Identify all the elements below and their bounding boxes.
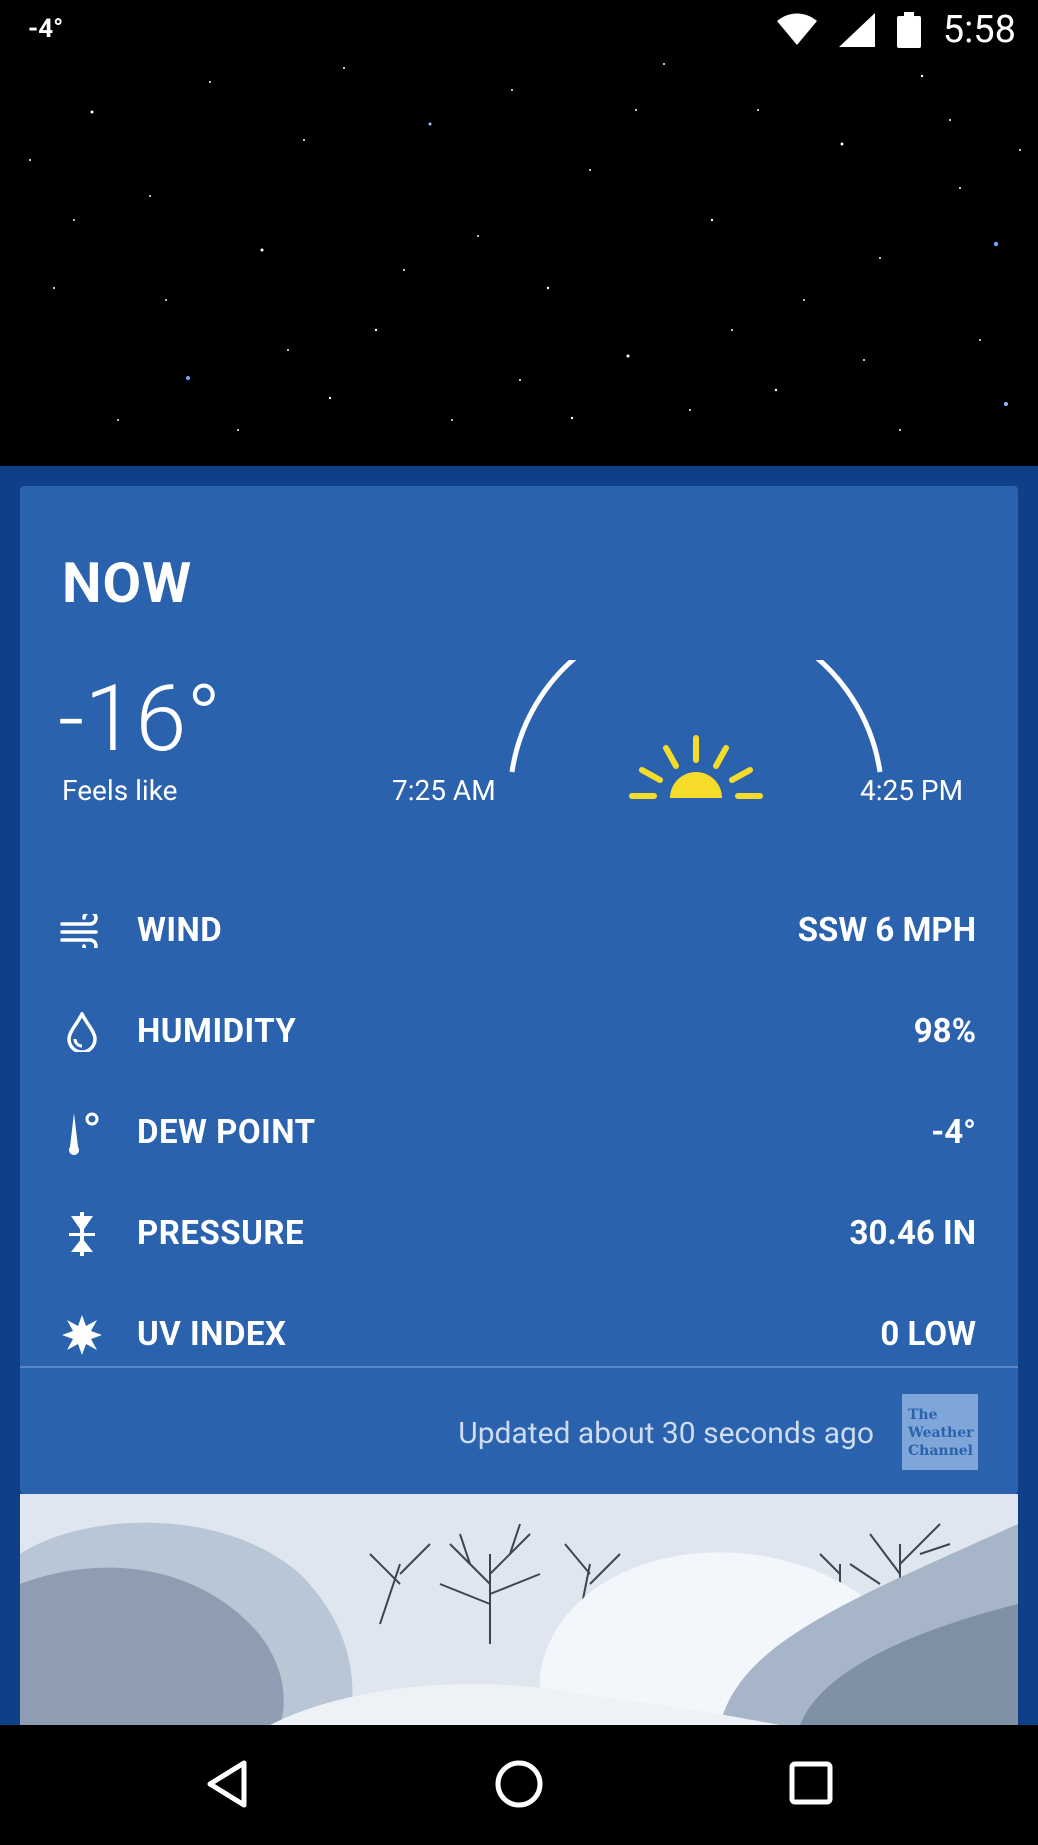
dew-point-value: -4° bbox=[931, 1113, 976, 1152]
conditions-list: WIND SSW 6 MPH HUMIDITY 98% DEW POINT -4… bbox=[20, 880, 1018, 1385]
wind-value: SSW 6 MPH bbox=[797, 911, 976, 950]
recents-icon[interactable] bbox=[789, 1761, 833, 1805]
battery-icon bbox=[896, 12, 921, 48]
wind-icon bbox=[60, 909, 104, 953]
weather-channel-logo[interactable]: The Weather Channel bbox=[902, 1394, 978, 1470]
condition-row-wind: WIND SSW 6 MPH bbox=[20, 880, 1018, 981]
condition-row-uv-index: UV INDEX 0 LOW bbox=[20, 1284, 1018, 1385]
pressure-icon bbox=[60, 1211, 104, 1256]
status-temperature: -4° bbox=[28, 14, 64, 44]
sun-icon bbox=[629, 735, 763, 799]
condition-row-humidity: HUMIDITY 98% bbox=[20, 981, 1018, 1082]
status-time: 5:58 bbox=[942, 8, 1016, 52]
current-conditions-card[interactable]: NOW -16° Feels like 7:25 AM 4:25 PM WIND… bbox=[20, 486, 1018, 1494]
card-title: NOW bbox=[62, 550, 193, 616]
navigation-bar bbox=[0, 1725, 1038, 1845]
home-icon[interactable] bbox=[494, 1759, 544, 1809]
uv-index-label: UV INDEX bbox=[137, 1315, 287, 1354]
wind-label: WIND bbox=[137, 911, 223, 950]
humidity-drop-icon bbox=[60, 1010, 104, 1054]
stars-decoration bbox=[29, 63, 1021, 431]
condition-row-pressure: PRESSURE 30.46 IN bbox=[20, 1183, 1018, 1284]
night-sky-background bbox=[0, 0, 1038, 466]
sunset-time: 4:25 PM bbox=[860, 774, 964, 807]
status-bar: -4° 5:58 bbox=[0, 0, 1038, 62]
card-divider bbox=[20, 1366, 1018, 1368]
uv-index-value: 0 LOW bbox=[880, 1315, 976, 1354]
current-temperature: -16° bbox=[58, 666, 222, 773]
pressure-label: PRESSURE bbox=[137, 1214, 305, 1253]
humidity-value: 98% bbox=[913, 1012, 976, 1051]
cell-signal-icon bbox=[838, 13, 875, 47]
snow-scene-image[interactable] bbox=[20, 1494, 1018, 1725]
updated-timestamp: Updated about 30 seconds ago bbox=[458, 1416, 874, 1451]
condition-row-dew-point: DEW POINT -4° bbox=[20, 1082, 1018, 1183]
sun-arc-icon bbox=[509, 660, 883, 799]
feels-like-label: Feels like bbox=[62, 774, 178, 807]
dew-point-label: DEW POINT bbox=[137, 1113, 316, 1152]
sunrise-time: 7:25 AM bbox=[392, 774, 496, 807]
back-icon[interactable] bbox=[204, 1759, 250, 1809]
thermometer-icon bbox=[60, 1111, 104, 1155]
humidity-label: HUMIDITY bbox=[137, 1012, 297, 1051]
pressure-value: 30.46 IN bbox=[849, 1214, 976, 1253]
uv-sun-icon bbox=[60, 1313, 104, 1357]
wifi-icon bbox=[776, 13, 817, 45]
screen: -4° 5:58 NOW -16° Feels like 7:25 AM 4:2… bbox=[0, 0, 1038, 1845]
